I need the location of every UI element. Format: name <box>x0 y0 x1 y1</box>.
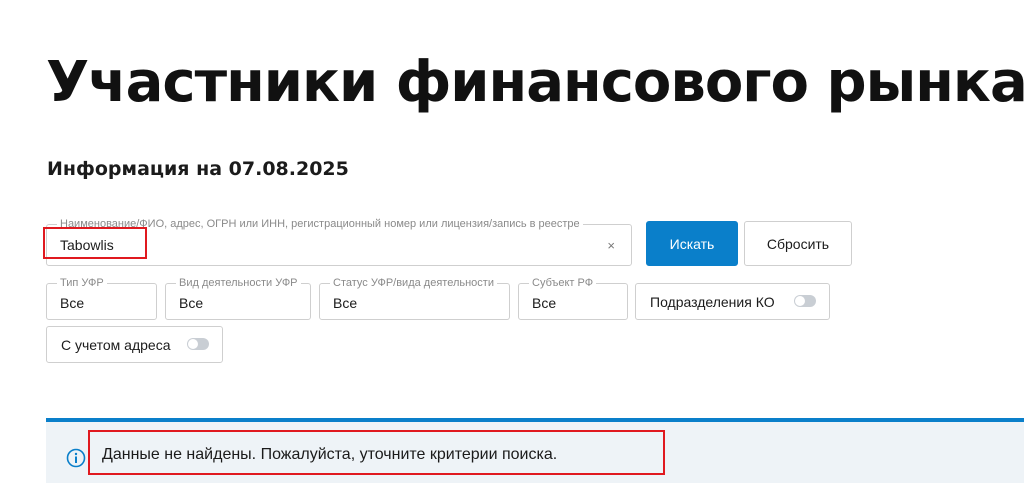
filter-activity-type-value: Все <box>179 295 204 311</box>
page-title: Участники финансового рынка <box>46 50 1024 115</box>
info-icon <box>66 448 86 468</box>
filter-type-ufr-value: Все <box>60 295 85 311</box>
filter-type-ufr-label: Тип УФР <box>57 276 107 290</box>
filter-status-label: Статус УФР/вида деятельности <box>330 276 497 290</box>
filter-region[interactable]: Субъект РФ Все <box>518 276 628 320</box>
no-results-alert: Данные не найдены. Пожалуйста, уточните … <box>46 418 1024 483</box>
alert-message: Данные не найдены. Пожалуйста, уточните … <box>102 446 558 463</box>
info-date: Информация на 07.08.2025 <box>47 158 349 180</box>
search-input[interactable]: Tabowlis <box>60 237 114 253</box>
clear-icon[interactable]: × <box>607 238 615 253</box>
toggle-address-label: С учетом адреса <box>61 336 171 353</box>
filter-activity-type-label: Вид деятельности УФР <box>176 276 301 290</box>
filter-region-label: Субъект РФ <box>529 276 597 290</box>
toggle-switch-icon[interactable] <box>187 338 209 350</box>
toggle-ko-divisions[interactable]: Подразделения КО <box>635 283 830 320</box>
filter-region-value: Все <box>532 295 557 311</box>
reset-button[interactable]: Сбросить <box>744 221 852 266</box>
search-button[interactable]: Искать <box>646 221 738 266</box>
search-field[interactable]: Наименование/ФИО, адрес, ОГРН или ИНН, р… <box>46 217 632 266</box>
filter-status[interactable]: Статус УФР/вида деятельности Все <box>319 276 510 320</box>
filter-activity-type[interactable]: Вид деятельности УФР Все <box>165 276 311 320</box>
toggle-ko-divisions-label: Подразделения КО <box>650 293 775 310</box>
toggle-address[interactable]: С учетом адреса <box>46 326 223 363</box>
search-field-label: Наименование/ФИО, адрес, ОГРН или ИНН, р… <box>57 217 583 231</box>
toggle-switch-icon[interactable] <box>794 295 816 307</box>
filter-type-ufr[interactable]: Тип УФР Все <box>46 276 157 320</box>
filter-status-value: Все <box>333 295 358 311</box>
